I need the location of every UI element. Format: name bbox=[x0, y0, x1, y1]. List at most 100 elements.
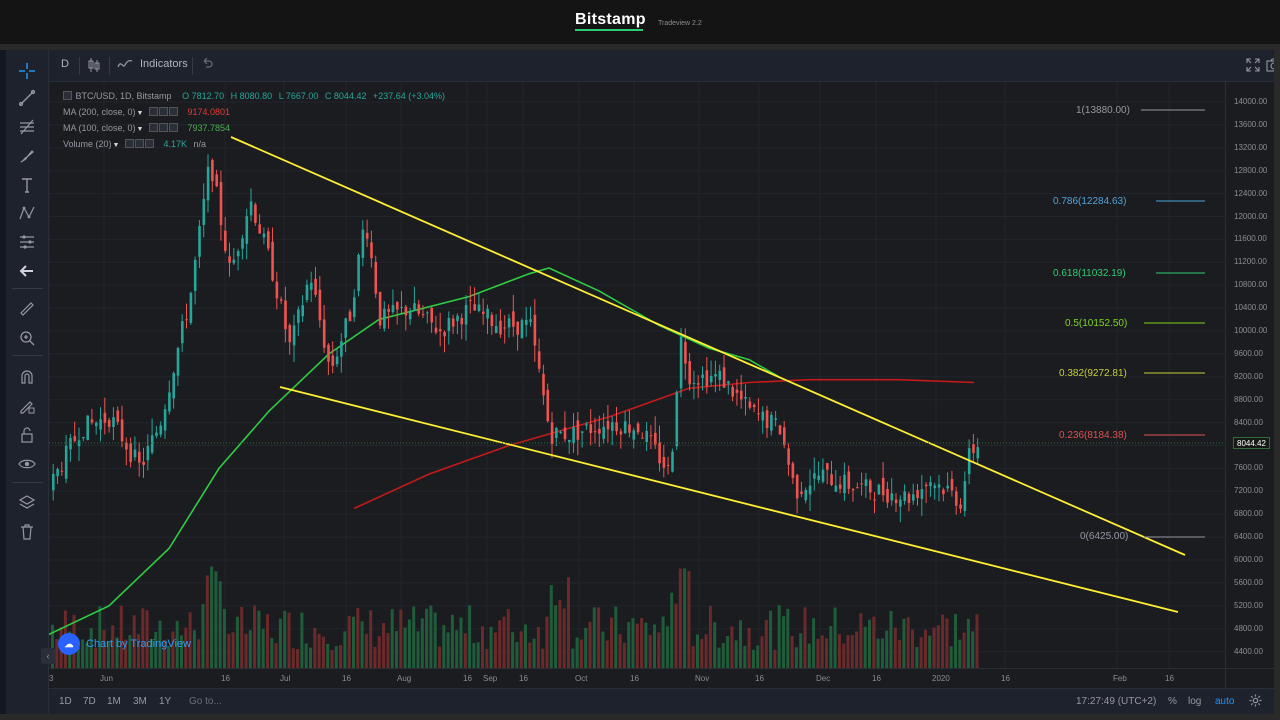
ma100-legend[interactable]: MA (100, close, 0)▼ 7937.7854 bbox=[63, 123, 230, 133]
candle-body bbox=[877, 484, 881, 495]
chart-pane[interactable]: BTC/USD, 1D, Bitstamp O 7812.70 H 8080.8… bbox=[49, 82, 1225, 668]
candles-icon[interactable] bbox=[87, 57, 101, 76]
ma200-legend[interactable]: MA (200, close, 0)▼ 9174.0801 bbox=[63, 107, 230, 117]
settings-icon[interactable] bbox=[159, 107, 168, 116]
candle-body bbox=[99, 419, 102, 430]
candle-body bbox=[314, 278, 317, 295]
price-tick: 10000.00 bbox=[1234, 326, 1268, 335]
candle-body bbox=[150, 435, 154, 453]
close-icon[interactable] bbox=[169, 123, 178, 132]
price-scale[interactable]: 14000.00 13600.00 13200.00 12800.00 12400.00… bbox=[1225, 82, 1274, 668]
zoom-in-icon[interactable] bbox=[15, 327, 39, 349]
layers-icon[interactable] bbox=[15, 492, 39, 514]
candle-body bbox=[847, 471, 851, 489]
candle-body bbox=[417, 304, 421, 314]
eye-toggle-icon[interactable] bbox=[124, 139, 134, 148]
candle-body bbox=[666, 464, 670, 466]
volume-bar bbox=[334, 646, 338, 668]
candle-body bbox=[439, 329, 442, 332]
chevron-down-icon[interactable]: ▼ bbox=[113, 142, 120, 149]
candle-body bbox=[817, 475, 820, 481]
trash-icon[interactable] bbox=[15, 521, 39, 543]
volume-bar bbox=[502, 616, 506, 668]
symbol-legend: BTC/USD, 1D, Bitstamp O 7812.70 H 8080.8… bbox=[63, 91, 445, 101]
toolbar-divider bbox=[12, 288, 43, 289]
back-arrow-icon[interactable] bbox=[15, 260, 39, 282]
time-tick: 16 bbox=[342, 674, 351, 683]
chevron-down-icon[interactable]: ▼ bbox=[137, 126, 144, 133]
volume-bar bbox=[627, 622, 631, 668]
close-icon[interactable] bbox=[169, 107, 178, 116]
candle-body bbox=[714, 374, 717, 377]
fullscreen-icon[interactable] bbox=[1246, 58, 1260, 75]
volume-bar bbox=[601, 631, 605, 668]
trendline-icon[interactable] bbox=[15, 87, 39, 109]
candle-body bbox=[129, 443, 132, 462]
close-icon[interactable] bbox=[144, 139, 154, 148]
volume-bar bbox=[218, 581, 222, 668]
text-icon[interactable] bbox=[15, 174, 39, 196]
candle-body bbox=[804, 490, 808, 501]
brush-icon[interactable] bbox=[15, 145, 39, 167]
pattern-icon[interactable] bbox=[15, 202, 39, 224]
undo-icon[interactable] bbox=[200, 57, 214, 74]
volume-bar bbox=[442, 625, 446, 668]
volume-legend[interactable]: Volume (20)▼ 4.17K n/a bbox=[63, 139, 206, 149]
clock-display[interactable]: 17:27:49 (UTC+2) bbox=[1076, 696, 1156, 707]
candle-body bbox=[684, 341, 687, 364]
volume-bar bbox=[403, 627, 407, 668]
volume-bar bbox=[975, 614, 979, 668]
eye-toggle-icon[interactable] bbox=[149, 107, 158, 116]
candle-body bbox=[125, 442, 128, 450]
range-1d[interactable]: 1D bbox=[59, 696, 72, 707]
unlock-icon[interactable] bbox=[15, 424, 39, 446]
time-tick: 16 bbox=[519, 674, 528, 683]
percent-toggle[interactable]: % bbox=[1168, 696, 1177, 707]
candle-body bbox=[585, 424, 588, 426]
ruler-icon[interactable] bbox=[15, 298, 39, 320]
candle-body bbox=[722, 367, 726, 388]
range-1y[interactable]: 1Y bbox=[159, 696, 171, 707]
crosshair-icon[interactable] bbox=[15, 60, 39, 82]
indicators-button[interactable]: Indicators bbox=[140, 58, 188, 70]
range-1m[interactable]: 1M bbox=[107, 696, 121, 707]
volume-bar bbox=[764, 619, 768, 668]
eye-icon[interactable] bbox=[15, 453, 39, 475]
volume-bar bbox=[270, 638, 274, 668]
lower-trendline bbox=[279, 386, 1179, 613]
volume-bar bbox=[481, 626, 484, 668]
fib-tools-icon[interactable] bbox=[15, 116, 39, 138]
chevron-down-icon[interactable]: ▼ bbox=[137, 110, 144, 117]
candle-body bbox=[692, 382, 696, 384]
price-chart[interactable] bbox=[49, 82, 1225, 668]
range-7d[interactable]: 7D bbox=[83, 696, 96, 707]
price-tick: 7200.00 bbox=[1234, 486, 1263, 496]
tradingview-watermark[interactable]: ☁ Chart by TradingView bbox=[58, 633, 191, 655]
settings-icon[interactable] bbox=[134, 139, 144, 148]
candle-body bbox=[744, 397, 747, 399]
fib-level-05: 0.5(10152.50) bbox=[1065, 318, 1128, 329]
volume-bar bbox=[562, 608, 566, 668]
volume-bar bbox=[721, 642, 725, 668]
range-3m[interactable]: 3M bbox=[133, 696, 147, 707]
gear-icon[interactable] bbox=[1249, 694, 1262, 710]
time-scale[interactable]: 3 Jun 16 Jul 16 Aug 16 Sep 16 Oct 16 Nov 16 Dec 16 2020… bbox=[49, 668, 1241, 688]
candle-body bbox=[791, 463, 795, 479]
candle-body bbox=[662, 456, 666, 468]
magnet-icon[interactable] bbox=[15, 366, 39, 388]
lock-drawing-icon[interactable] bbox=[15, 395, 39, 417]
prediction-icon[interactable] bbox=[15, 231, 39, 253]
auto-toggle[interactable]: auto bbox=[1215, 696, 1234, 707]
candle-body bbox=[787, 448, 790, 465]
volume-bar bbox=[941, 614, 945, 668]
goto-button[interactable]: Go to... bbox=[189, 696, 222, 707]
collapse-toolbar-button[interactable]: ‹ bbox=[41, 648, 55, 664]
drawing-toolbar bbox=[6, 50, 49, 714]
log-toggle[interactable]: log bbox=[1188, 696, 1201, 707]
volume-bar bbox=[898, 639, 902, 668]
interval-selector[interactable]: D bbox=[61, 58, 69, 70]
legend-toggle-icon[interactable] bbox=[63, 91, 72, 100]
indicators-icon[interactable] bbox=[117, 58, 133, 73]
eye-toggle-icon[interactable] bbox=[149, 123, 158, 132]
settings-icon[interactable] bbox=[159, 123, 168, 132]
